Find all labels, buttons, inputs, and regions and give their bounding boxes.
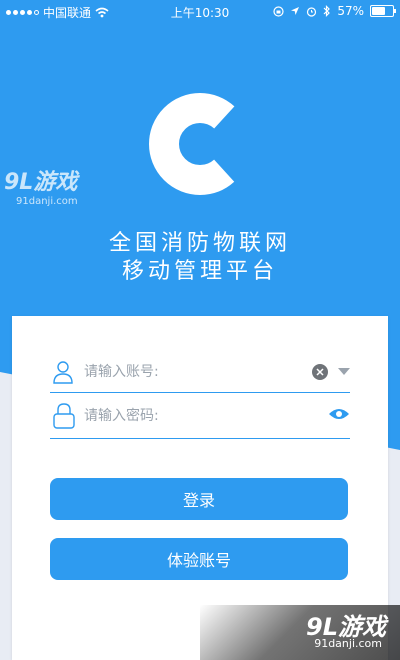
- eye-icon[interactable]: [328, 406, 350, 425]
- watermark-url: 91danji.com: [16, 196, 78, 207]
- battery-icon: [370, 5, 396, 17]
- account-input[interactable]: [84, 352, 304, 392]
- bluetooth-icon: [323, 5, 331, 17]
- app-title-line1: 全国消防物联网: [108, 231, 291, 256]
- battery-fill: [372, 7, 385, 15]
- status-right: 57%: [273, 4, 396, 18]
- alarm-icon: [307, 6, 317, 17]
- lock-icon: [53, 403, 75, 429]
- clear-icon[interactable]: [312, 364, 328, 380]
- eye-shape-icon: [329, 409, 349, 419]
- password-field: [50, 394, 350, 439]
- clear-x-icon: [316, 368, 324, 376]
- watermark-bottom-url: 91danji.com: [314, 637, 382, 650]
- chevron-down-icon[interactable]: [338, 368, 350, 375]
- app-title: 全国消防物联网 移动管理平台: [0, 230, 400, 286]
- watermark-brand: 9L游戏: [4, 170, 78, 195]
- watermark-bottom: 9L游戏 91danji.com: [200, 605, 400, 660]
- battery-percent: 57%: [337, 4, 364, 18]
- trial-account-button[interactable]: 体验账号: [50, 538, 348, 580]
- watermark-top: 9L游戏 91danji.com: [4, 164, 78, 207]
- app-logo-icon: [149, 93, 251, 195]
- user-icon: [53, 361, 73, 384]
- account-field: [50, 352, 350, 393]
- location-icon: [291, 7, 300, 15]
- app-title-line2: 移动管理平台: [121, 259, 278, 284]
- login-button[interactable]: 登录: [50, 478, 348, 520]
- password-input[interactable]: [84, 394, 304, 438]
- status-bar: 中国联通 上午10:30 57%: [0, 0, 400, 22]
- rotation-lock-icon: [273, 5, 284, 17]
